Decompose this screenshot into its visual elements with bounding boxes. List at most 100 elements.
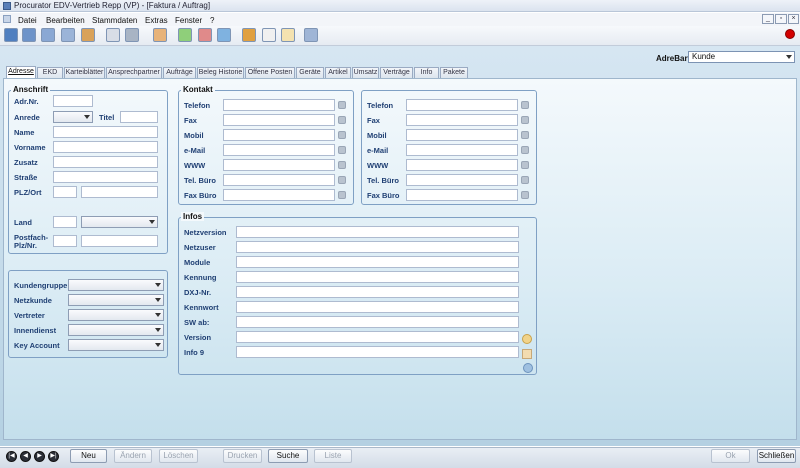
anrede-select[interactable] [53,111,93,123]
kontakt2-www-input[interactable] [406,159,518,171]
kundengruppe-select[interactable] [68,279,164,291]
globe-icon[interactable] [338,161,346,169]
tab-beleg-historie[interactable]: Beleg Historie [197,67,244,78]
menu-fenster[interactable]: Fenster [175,16,202,25]
aendern-button[interactable]: Ändern [114,449,152,463]
fax-icon[interactable] [338,191,346,199]
tab-karteiblaetter[interactable]: Karteiblätter [64,67,105,78]
truck-icon[interactable] [125,28,139,42]
infos-netzuser-input[interactable] [236,241,519,253]
kontakt2-mobil-input[interactable] [406,129,518,141]
letter-icon[interactable] [106,28,120,42]
record-icon[interactable] [785,29,795,39]
phone-icon[interactable] [521,101,529,109]
vorname-input[interactable] [53,141,158,153]
tab-pakete[interactable]: Pakete [440,67,468,78]
infos-kennung-input[interactable] [236,271,519,283]
infos-kennwort-input[interactable] [236,301,519,313]
picture-icon[interactable] [153,28,167,42]
tab-info[interactable]: Info [414,67,439,78]
schliessen-button[interactable]: Schließen [757,449,796,463]
tab-offene-posten[interactable]: Offene Posten [245,67,295,78]
menu-bearbeiten[interactable]: Bearbeiten [46,16,85,25]
tab-geraete[interactable]: Geräte [296,67,324,78]
infos-netzversion-input[interactable] [236,226,519,238]
first-record-icon[interactable]: |◀ [6,451,17,462]
keyaccount-select[interactable] [68,339,164,351]
save-icon[interactable] [4,28,18,42]
tab-adresse[interactable]: Adresse [6,66,36,78]
minimize-icon[interactable]: _ [762,14,774,24]
info-icon[interactable] [523,363,533,373]
note-icon[interactable] [522,349,532,359]
tab-umsatz[interactable]: Umsatz [352,67,379,78]
infos-dxj-nr-input[interactable] [236,286,519,298]
email-icon[interactable] [338,146,346,154]
plz-input[interactable] [53,186,77,198]
kontakt2-fax-b-ro-input[interactable] [406,189,518,201]
ort-input[interactable] [81,186,158,198]
netzkunde-select[interactable] [68,294,164,306]
postfach-nr-input[interactable] [81,235,158,247]
drucken-button[interactable]: Drucken [223,449,262,463]
tab-vertraege[interactable]: Verträge [380,67,413,78]
mobile-icon[interactable] [521,131,529,139]
fax-icon[interactable] [521,116,529,124]
adressart-select[interactable]: Kunde [688,51,795,63]
kontakt-e-mail-input[interactable] [223,144,335,156]
fax-icon[interactable] [338,116,346,124]
last-record-icon[interactable]: ▶| [48,451,59,462]
restore-icon[interactable]: ▫ [775,14,787,24]
name-input[interactable] [53,126,158,138]
menu-help[interactable]: ? [210,16,214,25]
fax-icon[interactable] [521,191,529,199]
bar-chart-icon[interactable] [242,28,256,42]
loeschen-button[interactable]: Löschen [159,449,198,463]
postfach-plz-input[interactable] [53,235,77,247]
email-icon[interactable] [521,146,529,154]
copy-icon[interactable] [61,28,75,42]
kontakt2-fax-input[interactable] [406,114,518,126]
tab-ansprechpartner[interactable]: Ansprechpartner [106,67,162,78]
document-icon[interactable] [22,28,36,42]
infos-info-9-input[interactable] [236,346,519,358]
menu-datei[interactable]: Datei [18,16,37,25]
transfer-icon[interactable] [217,28,231,42]
infos-sw-ab-input[interactable] [236,316,519,328]
tab-auftraege[interactable]: Aufträge [163,67,196,78]
land-code-input[interactable] [53,216,77,228]
kontakt-mobil-input[interactable] [223,129,335,141]
kontakt-telefon-input[interactable] [223,99,335,111]
innendienst-select[interactable] [68,324,164,336]
suche-button[interactable]: Suche [268,449,308,463]
titel-input[interactable] [120,111,158,123]
zusatz-input[interactable] [53,156,158,168]
kontakt-fax-input[interactable] [223,114,335,126]
neu-button[interactable]: Neu [70,449,107,463]
kontakt-tel-b-ro-input[interactable] [223,174,335,186]
land-select[interactable] [81,216,158,228]
strasse-input[interactable] [53,171,158,183]
print-preview-icon[interactable] [41,28,55,42]
adrnr-input[interactable] [53,95,93,107]
clock-icon[interactable] [281,28,295,42]
kontakt2-e-mail-input[interactable] [406,144,518,156]
infos-module-input[interactable] [236,256,519,268]
next-record-icon[interactable]: ▶ [34,451,45,462]
ok-button[interactable]: Ok [711,449,750,463]
tab-ekd[interactable]: EKD [37,67,63,78]
phone-icon[interactable] [338,176,346,184]
user-icon[interactable] [522,334,532,344]
infos-version-input[interactable] [236,331,519,343]
globe-icon[interactable] [521,161,529,169]
previous-record-icon[interactable]: ◀ [20,451,31,462]
close-icon[interactable]: × [788,14,799,24]
phone-icon[interactable] [338,101,346,109]
menu-extras[interactable]: Extras [145,16,168,25]
tab-artikel[interactable]: Artikel [325,67,351,78]
chart-green-icon[interactable] [178,28,192,42]
mobile-icon[interactable] [338,131,346,139]
vertreter-select[interactable] [68,309,164,321]
kontakt-www-input[interactable] [223,159,335,171]
calculator-icon[interactable] [81,28,95,42]
